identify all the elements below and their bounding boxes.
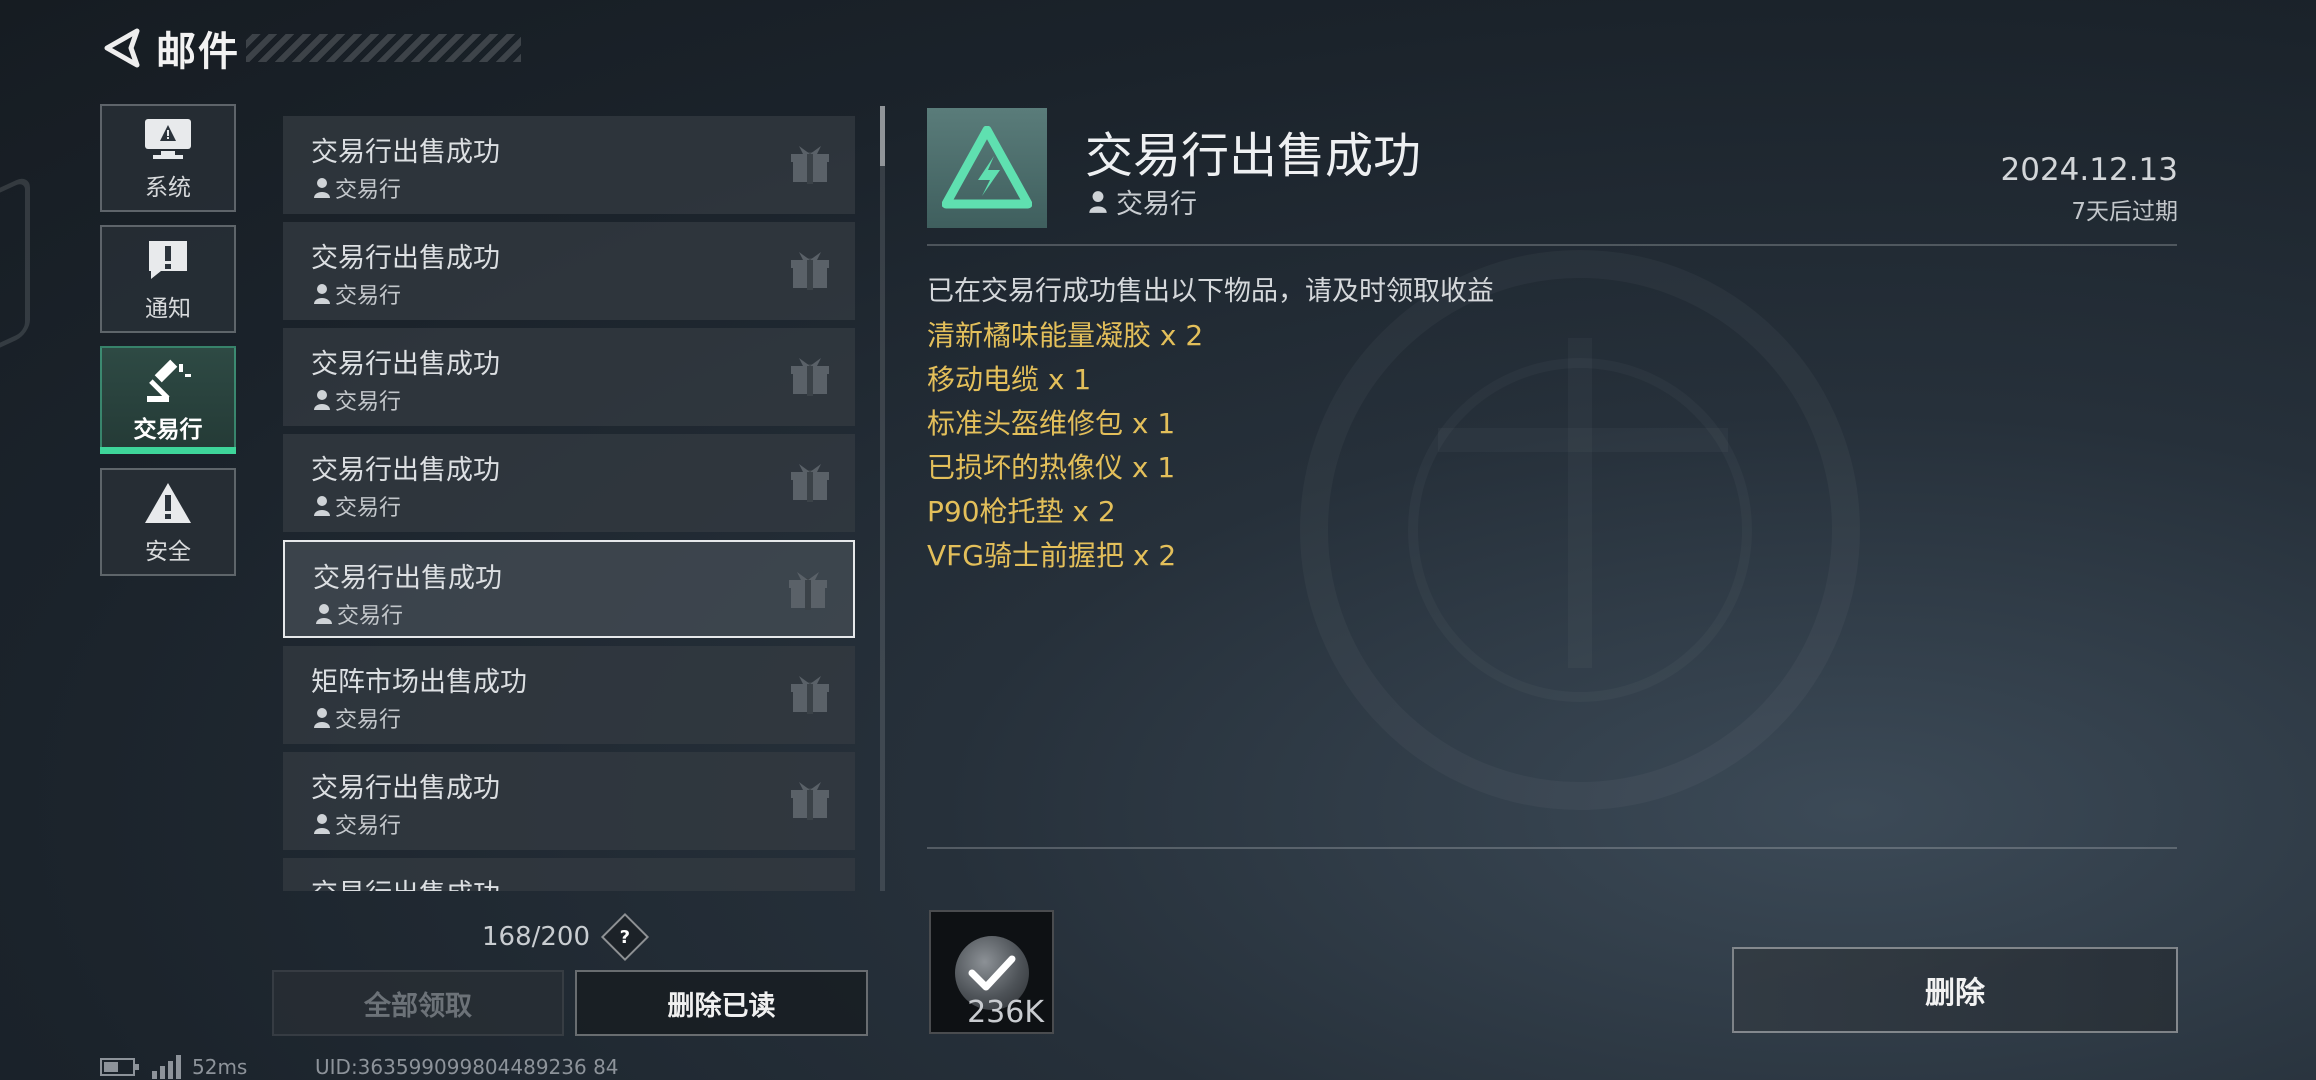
auction-gavel-icon: [140, 356, 196, 406]
gift-icon: [791, 250, 829, 294]
mail-sender-row: 交易行: [313, 808, 401, 840]
mail-sender: 交易行: [335, 178, 402, 203]
user-icon: [314, 708, 330, 728]
mail-item[interactable]: 矩阵市场出售成功 交易行: [283, 646, 855, 744]
mail-subject: 交易行出售成功: [311, 773, 500, 804]
mail-sender-row: 交易行: [313, 384, 401, 416]
user-icon: [314, 814, 330, 834]
attachment-slot[interactable]: 236K: [929, 910, 1054, 1034]
mail-detail-title: 交易行出售成功: [1085, 128, 1422, 184]
reward-item: 标准头盔维修包 x 1: [927, 407, 1176, 440]
delete-read-button[interactable]: 删除已读: [575, 970, 868, 1036]
gift-icon: [791, 674, 829, 718]
warning-triangle-icon: [140, 478, 196, 528]
mail-sender-row: 交易行: [313, 172, 401, 204]
mail-sender: 交易行: [335, 708, 402, 733]
detail-divider-top: [927, 244, 2177, 246]
trade-logo-icon: [927, 108, 1047, 228]
mail-subject: 交易行出售成功: [311, 243, 500, 274]
mail-subject: 交易行出售成功: [311, 137, 500, 168]
mail-sender: 交易行: [335, 390, 402, 415]
category-system[interactable]: 系统: [100, 104, 236, 212]
reward-item: VFG骑士前握把 x 2: [927, 539, 1177, 572]
status-bar: 52ms: [100, 1055, 247, 1079]
reward-item: 已损坏的热像仪 x 1: [927, 451, 1176, 484]
reward-item: 清新橘味能量凝胶 x 2: [927, 319, 1204, 352]
gift-icon: [791, 780, 829, 824]
gift-icon: [791, 144, 829, 188]
category-label: 系统: [145, 175, 191, 201]
help-icon[interactable]: ?: [600, 912, 650, 962]
mail-sender-row: 交易行: [313, 278, 401, 310]
reward-item: P90枪托垫 x 2: [927, 495, 1116, 528]
mail-detail-sender: 交易行: [1116, 189, 1197, 220]
category-security[interactable]: 安全: [100, 468, 236, 576]
decorative-frame: [0, 173, 30, 367]
mail-count-row: 168/200 ?: [482, 912, 650, 962]
mail-item[interactable]: 交易行出售成功 交易行: [283, 222, 855, 320]
mail-detail-sender-row: 交易行: [1088, 182, 1197, 221]
mail-list[interactable]: 交易行出售成功 交易行 交易行出售成功 交易行 交易行出售成功 交易行 交易行出…: [283, 116, 855, 891]
page-title: 邮件: [156, 29, 240, 75]
uid-text: UID:363599099804489236 84: [315, 1055, 619, 1079]
category-notice[interactable]: 通知: [100, 225, 236, 333]
mail-sender: 交易行: [335, 496, 402, 521]
user-icon: [314, 496, 330, 516]
mail-sender-row: 交易行: [313, 702, 401, 734]
mail-item[interactable]: 交易行出售成功 交易行: [283, 434, 855, 532]
mail-date: 2024.12.13: [2000, 152, 2179, 188]
gift-icon: [791, 462, 829, 506]
exclamation-icon: [140, 235, 196, 285]
user-icon: [314, 284, 330, 304]
user-icon: [316, 604, 332, 624]
scrollbar-thumb[interactable]: [880, 106, 885, 166]
mail-sender-row: 交易行: [313, 490, 401, 522]
title-decoration: [246, 34, 521, 62]
detail-divider-bottom: [927, 847, 2177, 849]
mail-item[interactable]: 交易行出售成功 交易行: [283, 116, 855, 214]
mail-sender-row: 交易行: [315, 598, 403, 630]
ping-text: 52ms: [192, 1055, 248, 1079]
user-icon: [314, 390, 330, 410]
battery-icon: [100, 1058, 139, 1076]
category-label: 交易行: [133, 417, 203, 443]
reward-item: 移动电缆 x 1: [927, 363, 1092, 396]
mail-subject: 矩阵市场出售成功: [311, 667, 527, 698]
gift-icon: [789, 570, 827, 614]
claim-all-button[interactable]: 全部领取: [272, 970, 564, 1036]
mail-expiry: 7天后过期: [2071, 199, 2178, 225]
user-icon: [314, 178, 330, 198]
signal-icon: [152, 1055, 181, 1079]
delete-button[interactable]: 删除: [1732, 947, 2178, 1033]
help-label: ?: [619, 926, 631, 948]
mail-detail-body: 已在交易行成功售出以下物品，请及时领取收益 清新橘味能量凝胶 x 2 移动电缆 …: [927, 270, 1494, 578]
mail-detail-intro: 已在交易行成功售出以下物品，请及时领取收益: [927, 276, 1494, 307]
mail-subject: 交易行出售成功: [311, 455, 500, 486]
user-icon: [1089, 190, 1107, 213]
category-trade[interactable]: 交易行: [100, 346, 236, 454]
mail-sender: 交易行: [335, 284, 402, 309]
category-label: 安全: [145, 539, 191, 565]
attachment-quantity: 236K: [967, 995, 1044, 1030]
gift-icon: [791, 356, 829, 400]
mail-item[interactable]: 交易行出售成功 交易行: [283, 752, 855, 850]
mail-item-selected[interactable]: 交易行出售成功 交易行: [283, 540, 855, 638]
mail-subject: 交易行出售成功: [311, 872, 500, 891]
category-label: 通知: [145, 296, 191, 322]
mail-count: 168/200: [482, 922, 591, 952]
mail-subject: 交易行出售成功: [313, 563, 502, 594]
mail-sender: 交易行: [335, 814, 402, 839]
mail-item-partial[interactable]: 交易行出售成功: [283, 858, 855, 891]
back-arrow-icon[interactable]: [100, 26, 144, 70]
mail-item[interactable]: 交易行出售成功 交易行: [283, 328, 855, 426]
mail-subject: 交易行出售成功: [311, 349, 500, 380]
mail-list-scrollbar[interactable]: [880, 106, 885, 891]
monitor-warning-icon: [140, 114, 196, 164]
header: 邮件: [100, 22, 521, 75]
mail-sender: 交易行: [337, 604, 404, 629]
